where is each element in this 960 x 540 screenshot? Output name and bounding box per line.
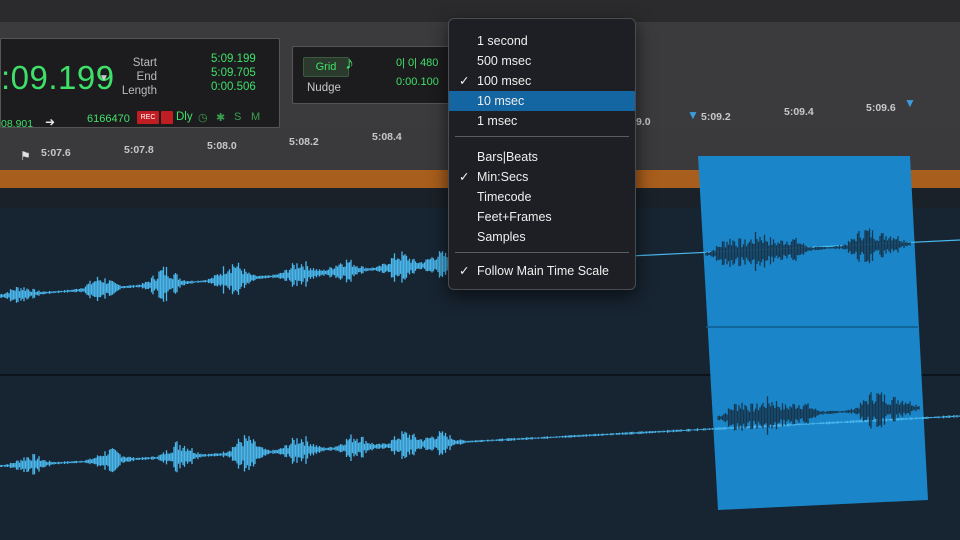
selection-region[interactable] [698, 156, 928, 510]
menu-item-1-second[interactable]: 1 second [449, 31, 635, 51]
menu-item-1-msec[interactable]: 1 msec [449, 111, 635, 131]
menu-item-500-msec[interactable]: 500 msec [449, 51, 635, 71]
menu-separator [455, 136, 629, 137]
menu-item-100-msec[interactable]: ✓ 100 msec [449, 71, 635, 91]
menu-item-samples[interactable]: Samples [449, 227, 635, 247]
menu-separator [455, 252, 629, 253]
daw-edit-window: :09.199 ▼ Start End Length 5:09.199 5:09… [0, 0, 960, 540]
menu-item-feet-frames[interactable]: Feet+Frames [449, 207, 635, 227]
waveform-channel-1 [0, 251, 453, 303]
menu-check-icon: ✓ [459, 74, 470, 88]
nudge-value-dropdown-menu: 1 second 500 msec ✓ 100 msec 10 msec 1 ms… [448, 18, 636, 290]
menu-check-icon: ✓ [459, 170, 470, 184]
menu-item-bars-beats[interactable]: Bars|Beats [449, 147, 635, 167]
menu-check-icon: ✓ [459, 264, 470, 278]
menu-item-follow-main-time-scale[interactable]: ✓ Follow Main Time Scale [449, 261, 635, 281]
menu-item-min-secs[interactable]: ✓ Min:Secs [449, 167, 635, 187]
menu-item-10-msec[interactable]: 10 msec [449, 91, 635, 111]
menu-item-timecode[interactable]: Timecode [449, 187, 635, 207]
